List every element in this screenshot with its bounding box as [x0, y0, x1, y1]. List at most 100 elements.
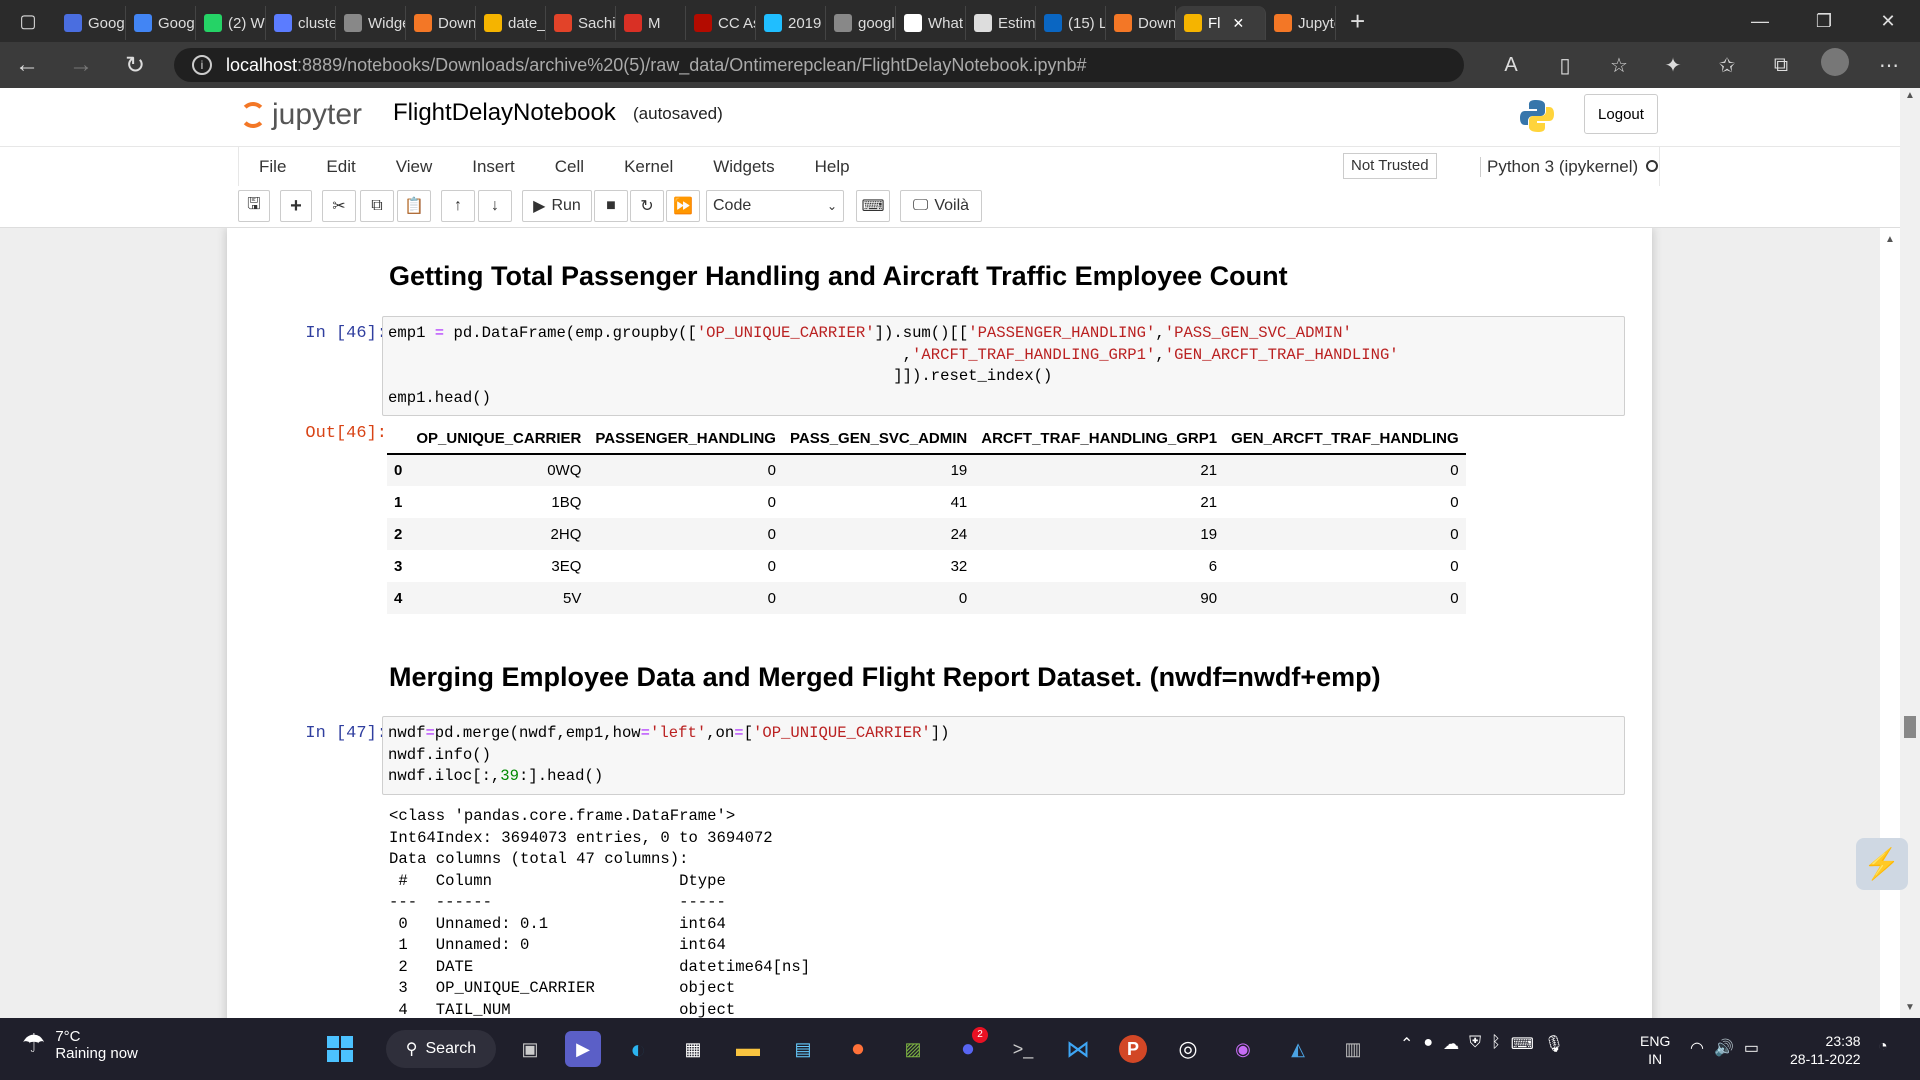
- browser-tab[interactable]: Fl ✕: [1176, 6, 1266, 40]
- keyboard-shortcuts-icon[interactable]: ⌨: [856, 190, 890, 222]
- menu-help[interactable]: Help: [795, 157, 870, 177]
- menu-insert[interactable]: Insert: [452, 157, 535, 177]
- browser-tab[interactable]: date_i: [476, 6, 546, 40]
- chevron-up-icon[interactable]: ⌃: [1400, 1034, 1413, 1054]
- keyboard-icon[interactable]: ⌨: [1511, 1034, 1534, 1054]
- menu-edit[interactable]: Edit: [306, 157, 375, 177]
- menu-view[interactable]: View: [376, 157, 453, 177]
- menu-file[interactable]: File: [239, 157, 306, 177]
- notebook-name[interactable]: FlightDelayNotebook: [393, 99, 616, 127]
- clock[interactable]: 23:38 28-11-2022: [1790, 1032, 1861, 1068]
- forward-icon[interactable]: →: [54, 51, 108, 79]
- discord-icon[interactable]: ● 2: [950, 1027, 988, 1067]
- favorite-add-icon[interactable]: ☆: [1592, 53, 1646, 78]
- menu-kernel[interactable]: Kernel: [604, 157, 693, 177]
- browser-tab[interactable]: M: [616, 6, 686, 40]
- browser-tab[interactable]: Widge: [336, 6, 406, 40]
- notebook-scrollbar[interactable]: ▲: [1880, 228, 1900, 1018]
- voila-button[interactable]: 🖵 Voilà: [900, 190, 982, 222]
- run-button[interactable]: ▶ Run: [522, 190, 592, 222]
- photos-icon[interactable]: ▤: [785, 1031, 821, 1067]
- browser-tab[interactable]: Down: [1106, 6, 1176, 40]
- restart-run-all-icon[interactable]: ⏩: [666, 190, 700, 222]
- site-info-icon[interactable]: i: [192, 55, 212, 75]
- url-field[interactable]: i localhost:8889/notebooks/Downloads/arc…: [174, 48, 1464, 82]
- notification-icon[interactable]: ◔: [1878, 1038, 1888, 1056]
- floating-tool-icon[interactable]: ⚡: [1856, 838, 1908, 890]
- code-cell-47[interactable]: nwdf=pd.merge(nwdf,emp1,how='left',on=['…: [382, 716, 1625, 795]
- scrollbar-thumb[interactable]: [1904, 716, 1916, 738]
- new-tab-button[interactable]: +: [1336, 6, 1379, 37]
- browser-tab[interactable]: CC As: [686, 6, 756, 40]
- markdown-heading: Getting Total Passenger Handling and Air…: [389, 261, 1288, 291]
- browser-tab[interactable]: googl: [826, 6, 896, 40]
- security-icon[interactable]: ⛨: [1469, 1034, 1481, 1054]
- save-icon[interactable]: 🖫: [238, 190, 270, 222]
- teams-icon[interactable]: ▶: [565, 1031, 601, 1067]
- extensions-icon[interactable]: ✦: [1646, 53, 1700, 78]
- vscode-icon[interactable]: ⋈: [1060, 1031, 1096, 1067]
- app-icon-2[interactable]: ◎: [1170, 1031, 1206, 1067]
- copy-icon[interactable]: ⧉: [360, 190, 394, 222]
- app-icon-4[interactable]: ◭: [1280, 1031, 1316, 1067]
- browser-tab[interactable]: (2) Wh: [196, 6, 266, 40]
- collections-icon[interactable]: ⧉: [1754, 54, 1808, 77]
- browser-tab[interactable]: (15) Le: [1036, 6, 1106, 40]
- firefox-icon[interactable]: ●: [840, 1031, 876, 1067]
- move-down-icon[interactable]: ↓: [478, 190, 512, 222]
- favorites-icon[interactable]: ✩: [1700, 53, 1754, 78]
- trust-indicator[interactable]: Not Trusted: [1343, 153, 1437, 179]
- browser-tab[interactable]: cluster: [266, 6, 336, 40]
- browser-tab[interactable]: Down: [406, 6, 476, 40]
- tab-favicon-icon: [484, 14, 502, 32]
- browser-tab[interactable]: Sachin: [546, 6, 616, 40]
- logout-button[interactable]: Logout: [1584, 94, 1658, 134]
- cell-type-select[interactable]: Code ⌄: [706, 190, 844, 222]
- read-aloud-icon[interactable]: A: [1484, 54, 1538, 77]
- app-icon-5[interactable]: ▥: [1335, 1031, 1371, 1067]
- immersive-reader-icon[interactable]: ▯: [1538, 53, 1592, 78]
- profile-avatar[interactable]: [1808, 48, 1862, 82]
- powerpoint-icon[interactable]: P: [1115, 1031, 1151, 1067]
- start-icon[interactable]: [322, 1031, 358, 1067]
- close-tab-icon[interactable]: ✕: [1233, 15, 1245, 32]
- language-indicator[interactable]: ENG IN: [1640, 1032, 1670, 1068]
- mic-icon[interactable]: 🎙: [1544, 1034, 1564, 1054]
- edge-icon[interactable]: ◐: [620, 1031, 656, 1067]
- restore-icon[interactable]: ❐: [1792, 11, 1856, 32]
- close-window-icon[interactable]: ✕: [1856, 11, 1920, 32]
- menu-widgets[interactable]: Widgets: [693, 157, 794, 177]
- store-icon[interactable]: ▦: [675, 1031, 711, 1067]
- bluetooth-icon[interactable]: ᛒ: [1491, 1034, 1501, 1054]
- app-icon-3[interactable]: ◉: [1225, 1031, 1261, 1067]
- taskbar-search[interactable]: ⚲ Search: [386, 1030, 496, 1068]
- browser-tab[interactable]: Estima: [966, 6, 1036, 40]
- code-cell-46[interactable]: emp1 = pd.DataFrame(emp.groupby(['OP_UNI…: [382, 316, 1625, 416]
- more-menu-icon[interactable]: ⋯: [1862, 53, 1916, 78]
- app-icon[interactable]: ▨: [895, 1031, 931, 1067]
- interrupt-icon[interactable]: ■: [594, 190, 628, 222]
- paste-icon[interactable]: 📋: [397, 190, 431, 222]
- restart-icon[interactable]: ↻: [630, 190, 664, 222]
- jupyter-logo[interactable]: jupyter: [240, 98, 362, 132]
- onedrive-icon[interactable]: ☁: [1443, 1034, 1459, 1054]
- minimize-icon[interactable]: —: [1728, 11, 1792, 32]
- browser-tab[interactable]: Googl: [126, 6, 196, 40]
- browser-tab[interactable]: Googl: [56, 6, 126, 40]
- terminal-icon[interactable]: >_: [1005, 1031, 1041, 1067]
- reload-icon[interactable]: ↻: [108, 51, 162, 80]
- insert-cell-icon[interactable]: +: [280, 190, 312, 222]
- browser-tab[interactable]: Jupyte: [1266, 6, 1336, 40]
- file-explorer-icon[interactable]: ▬: [730, 1031, 766, 1067]
- chrome-icon[interactable]: ●: [1423, 1034, 1433, 1054]
- task-view-icon[interactable]: ▣: [512, 1031, 548, 1067]
- back-icon[interactable]: ←: [0, 51, 54, 79]
- tab-actions-icon[interactable]: ▢: [0, 0, 56, 42]
- menu-cell[interactable]: Cell: [535, 157, 604, 177]
- move-up-icon[interactable]: ↑: [441, 190, 475, 222]
- weather-widget[interactable]: ☂ 7°C Raining now: [22, 1028, 138, 1062]
- quick-settings[interactable]: ◠ 🔊 ▭: [1690, 1038, 1759, 1058]
- cut-icon[interactable]: ✂: [322, 190, 356, 222]
- browser-tab[interactable]: 2019 /: [756, 6, 826, 40]
- browser-tab[interactable]: What: [896, 6, 966, 40]
